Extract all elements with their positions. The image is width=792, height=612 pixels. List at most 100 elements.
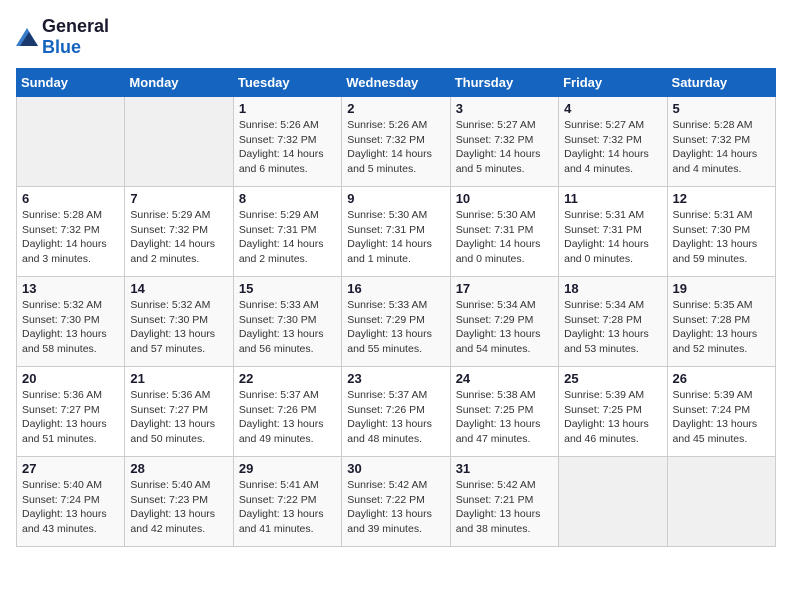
- cell-info: Sunrise: 5:26 AMSunset: 7:32 PMDaylight:…: [239, 118, 336, 177]
- calendar-cell: 28Sunrise: 5:40 AMSunset: 7:23 PMDayligh…: [125, 457, 233, 547]
- day-of-week-header: Wednesday: [342, 69, 450, 97]
- cell-info: Sunrise: 5:38 AMSunset: 7:25 PMDaylight:…: [456, 388, 553, 447]
- day-number: 23: [347, 371, 444, 386]
- day-number: 5: [673, 101, 770, 116]
- day-of-week-header: Thursday: [450, 69, 558, 97]
- calendar-cell: 11 Sunrise: 5:31 AMSunset: 7:31 PMDayligh…: [559, 187, 667, 277]
- calendar-cell: 24 Sunrise: 5:38 AMSunset: 7:25 PMDayligh…: [450, 367, 558, 457]
- cell-info: Sunrise: 5:36 AMSunset: 7:27 PMDaylight:…: [22, 388, 119, 447]
- day-number: 2: [347, 101, 444, 116]
- calendar-cell: 25 Sunrise: 5:39 AMSunset: 7:25 PMDayligh…: [559, 367, 667, 457]
- calendar-cell: 4Sunrise: 5:27 AMSunset: 7:32 PMDaylight…: [559, 97, 667, 187]
- day-of-week-header: Monday: [125, 69, 233, 97]
- day-number: 22: [239, 371, 336, 386]
- cell-info: Sunrise: 5:26 AMSunset: 7:32 PMDaylight:…: [347, 118, 444, 177]
- day-of-week-header: Sunday: [17, 69, 125, 97]
- day-number: 21: [130, 371, 227, 386]
- day-number: 10: [456, 191, 553, 206]
- calendar-week-row: 6 Sunrise: 5:28 AMSunset: 7:32 PMDaylight…: [17, 187, 776, 277]
- calendar-cell: [559, 457, 667, 547]
- cell-info: Sunrise: 5:36 AMSunset: 7:27 PMDaylight:…: [130, 388, 227, 447]
- calendar-week-row: 27Sunrise: 5:40 AMSunset: 7:24 PMDayligh…: [17, 457, 776, 547]
- calendar-cell: 26Sunrise: 5:39 AMSunset: 7:24 PMDayligh…: [667, 367, 775, 457]
- calendar-week-row: 13 Sunrise: 5:32 AMSunset: 7:30 PMDayligh…: [17, 277, 776, 367]
- logo: General Blue: [16, 16, 109, 58]
- day-number: 19: [673, 281, 770, 296]
- calendar-cell: 16 Sunrise: 5:33 AMSunset: 7:29 PMDayligh…: [342, 277, 450, 367]
- logo-general: General: [42, 16, 109, 36]
- cell-info: Sunrise: 5:42 AMSunset: 7:21 PMDaylight:…: [456, 478, 553, 537]
- cell-info: Sunrise: 5:35 AMSunset: 7:28 PMDaylight:…: [673, 298, 770, 357]
- cell-info: Sunrise: 5:30 AMSunset: 7:31 PMDaylight:…: [347, 208, 444, 267]
- logo-blue: Blue: [42, 37, 81, 57]
- day-number: 3: [456, 101, 553, 116]
- calendar-cell: 5Sunrise: 5:28 AMSunset: 7:32 PMDaylight…: [667, 97, 775, 187]
- day-of-week-header: Tuesday: [233, 69, 341, 97]
- calendar-header-row: SundayMondayTuesdayWednesdayThursdayFrid…: [17, 69, 776, 97]
- day-number: 15: [239, 281, 336, 296]
- cell-info: Sunrise: 5:27 AMSunset: 7:32 PMDaylight:…: [456, 118, 553, 177]
- day-number: 31: [456, 461, 553, 476]
- cell-info: Sunrise: 5:39 AMSunset: 7:25 PMDaylight:…: [564, 388, 661, 447]
- cell-info: Sunrise: 5:31 AMSunset: 7:30 PMDaylight:…: [673, 208, 770, 267]
- calendar-cell: 19 Sunrise: 5:35 AMSunset: 7:28 PMDayligh…: [667, 277, 775, 367]
- cell-info: Sunrise: 5:34 AMSunset: 7:28 PMDaylight:…: [564, 298, 661, 357]
- calendar-cell: 31 Sunrise: 5:42 AMSunset: 7:21 PMDayligh…: [450, 457, 558, 547]
- day-number: 24: [456, 371, 553, 386]
- calendar-cell: 20Sunrise: 5:36 AMSunset: 7:27 PMDayligh…: [17, 367, 125, 457]
- logo-icon: [16, 28, 38, 46]
- day-number: 30: [347, 461, 444, 476]
- calendar-cell: 6 Sunrise: 5:28 AMSunset: 7:32 PMDaylight…: [17, 187, 125, 277]
- cell-info: Sunrise: 5:37 AMSunset: 7:26 PMDaylight:…: [347, 388, 444, 447]
- cell-info: Sunrise: 5:33 AMSunset: 7:29 PMDaylight:…: [347, 298, 444, 357]
- day-number: 17: [456, 281, 553, 296]
- calendar-cell: 2 Sunrise: 5:26 AMSunset: 7:32 PMDaylight…: [342, 97, 450, 187]
- day-number: 25: [564, 371, 661, 386]
- calendar-cell: 13 Sunrise: 5:32 AMSunset: 7:30 PMDayligh…: [17, 277, 125, 367]
- calendar-cell: 12 Sunrise: 5:31 AMSunset: 7:30 PMDayligh…: [667, 187, 775, 277]
- day-number: 6: [22, 191, 119, 206]
- cell-info: Sunrise: 5:39 AMSunset: 7:24 PMDaylight:…: [673, 388, 770, 447]
- calendar-cell: 14 Sunrise: 5:32 AMSunset: 7:30 PMDayligh…: [125, 277, 233, 367]
- cell-info: Sunrise: 5:30 AMSunset: 7:31 PMDaylight:…: [456, 208, 553, 267]
- cell-info: Sunrise: 5:33 AMSunset: 7:30 PMDaylight:…: [239, 298, 336, 357]
- cell-info: Sunrise: 5:37 AMSunset: 7:26 PMDaylight:…: [239, 388, 336, 447]
- day-number: 14: [130, 281, 227, 296]
- day-number: 28: [130, 461, 227, 476]
- calendar-cell: 23 Sunrise: 5:37 AMSunset: 7:26 PMDayligh…: [342, 367, 450, 457]
- cell-info: Sunrise: 5:40 AMSunset: 7:24 PMDaylight:…: [22, 478, 119, 537]
- day-number: 1: [239, 101, 336, 116]
- cell-info: Sunrise: 5:31 AMSunset: 7:31 PMDaylight:…: [564, 208, 661, 267]
- cell-info: Sunrise: 5:29 AMSunset: 7:32 PMDaylight:…: [130, 208, 227, 267]
- calendar-cell: 15 Sunrise: 5:33 AMSunset: 7:30 PMDayligh…: [233, 277, 341, 367]
- day-number: 7: [130, 191, 227, 206]
- calendar-cell: 21 Sunrise: 5:36 AMSunset: 7:27 PMDayligh…: [125, 367, 233, 457]
- cell-info: Sunrise: 5:32 AMSunset: 7:30 PMDaylight:…: [22, 298, 119, 357]
- cell-info: Sunrise: 5:28 AMSunset: 7:32 PMDaylight:…: [22, 208, 119, 267]
- page-header: General Blue: [16, 16, 776, 58]
- calendar-cell: 30Sunrise: 5:42 AMSunset: 7:22 PMDayligh…: [342, 457, 450, 547]
- day-number: 16: [347, 281, 444, 296]
- calendar-cell: 10 Sunrise: 5:30 AMSunset: 7:31 PMDayligh…: [450, 187, 558, 277]
- day-number: 12: [673, 191, 770, 206]
- day-number: 11: [564, 191, 661, 206]
- calendar-cell: 29Sunrise: 5:41 AMSunset: 7:22 PMDayligh…: [233, 457, 341, 547]
- day-number: 29: [239, 461, 336, 476]
- day-number: 9: [347, 191, 444, 206]
- calendar-cell: 17 Sunrise: 5:34 AMSunset: 7:29 PMDayligh…: [450, 277, 558, 367]
- calendar-cell: [667, 457, 775, 547]
- calendar-cell: [17, 97, 125, 187]
- calendar-table: SundayMondayTuesdayWednesdayThursdayFrid…: [16, 68, 776, 547]
- calendar-cell: 8Sunrise: 5:29 AMSunset: 7:31 PMDaylight…: [233, 187, 341, 277]
- calendar-cell: 3 Sunrise: 5:27 AMSunset: 7:32 PMDaylight…: [450, 97, 558, 187]
- logo-text: General Blue: [42, 16, 109, 58]
- cell-info: Sunrise: 5:34 AMSunset: 7:29 PMDaylight:…: [456, 298, 553, 357]
- cell-info: Sunrise: 5:32 AMSunset: 7:30 PMDaylight:…: [130, 298, 227, 357]
- day-of-week-header: Saturday: [667, 69, 775, 97]
- day-number: 13: [22, 281, 119, 296]
- day-number: 8: [239, 191, 336, 206]
- day-number: 4: [564, 101, 661, 116]
- calendar-cell: [125, 97, 233, 187]
- day-of-week-header: Friday: [559, 69, 667, 97]
- calendar-cell: 27Sunrise: 5:40 AMSunset: 7:24 PMDayligh…: [17, 457, 125, 547]
